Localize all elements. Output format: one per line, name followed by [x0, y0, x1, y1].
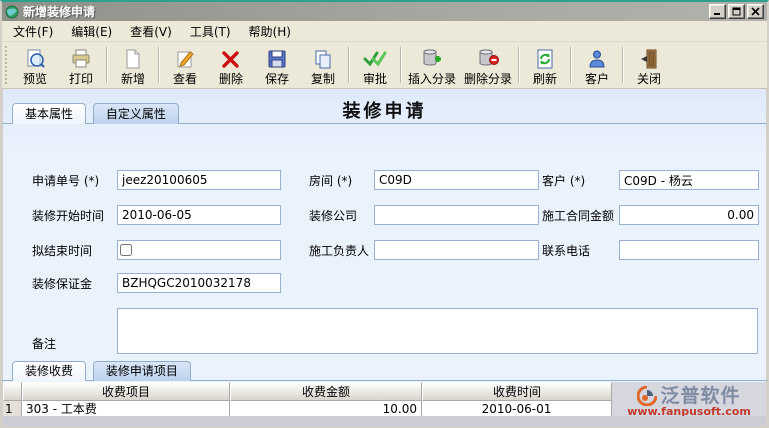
refresh-icon [534, 47, 556, 71]
toolbar-separator [348, 47, 350, 83]
window-title: 新增装修申请 [23, 5, 96, 19]
room-label: 房间 (*) [309, 174, 353, 188]
fee-time-header[interactable]: 收费时间 [422, 382, 612, 401]
toolbar-label: 删除分录 [464, 72, 513, 86]
customer-input[interactable] [619, 170, 759, 190]
maximize-button[interactable] [728, 4, 745, 19]
company-label: 装修公司 [309, 209, 358, 223]
copy-button[interactable]: 复制 [300, 42, 346, 88]
toolbar-separator [570, 47, 573, 83]
toolbar-grip [5, 46, 10, 84]
tab-basic-properties[interactable]: 基本属性 [12, 103, 87, 124]
menu-tools[interactable]: 工具(T) [181, 21, 240, 42]
planned-end-checkbox[interactable] [120, 244, 132, 256]
save-button[interactable]: 保存 [254, 42, 300, 88]
status-strip [3, 416, 766, 426]
delete-entry-button[interactable]: 删除分录 [460, 42, 516, 88]
toolbar-label: 关闭 [637, 72, 662, 86]
exit-door-icon [638, 47, 660, 71]
application-no-label: 申请单号 (*) [32, 174, 100, 188]
print-button[interactable]: 打印 [58, 42, 104, 88]
toolbar-separator [518, 47, 521, 83]
menu-help[interactable]: 帮助(H) [240, 21, 300, 42]
toolbar-separator [622, 47, 625, 83]
menu-view[interactable]: 查看(V) [121, 21, 181, 42]
toolbar-label: 复制 [310, 72, 335, 86]
toolbar-label: 预览 [22, 72, 47, 86]
customer-label: 客户 (*) [542, 174, 586, 188]
minimize-button[interactable] [709, 4, 726, 19]
delete-x-icon [220, 47, 242, 71]
row-number-header [3, 382, 22, 401]
tab-decoration-fees[interactable]: 装修收费 [12, 361, 87, 381]
company-input[interactable] [374, 205, 539, 225]
new-document-icon [122, 47, 144, 71]
start-date-input[interactable] [117, 205, 281, 225]
fee-item-header[interactable]: 收费项目 [22, 382, 230, 401]
deposit-input[interactable] [117, 273, 281, 293]
save-floppy-icon [266, 47, 288, 71]
customer-person-icon [586, 47, 608, 71]
phone-input[interactable] [619, 240, 759, 260]
menu-bar: 文件(F) 编辑(E) 查看(V) 工具(T) 帮助(H) [2, 21, 767, 42]
manager-input[interactable] [374, 240, 539, 260]
phone-label: 联系电话 [542, 244, 591, 258]
tab-custom-properties[interactable]: 自定义属性 [92, 103, 179, 124]
insert-entry-button[interactable]: 插入分录 [404, 42, 460, 88]
vendor-name: 泛普软件 [660, 385, 741, 407]
menu-file[interactable]: 文件(F) [4, 21, 62, 42]
copy-icon [312, 47, 334, 71]
refresh-button[interactable]: 刷新 [522, 42, 568, 88]
bottom-tab-strip: 装修收费 装修申请项目 [2, 361, 767, 381]
delete-button[interactable]: 删除 [208, 42, 254, 88]
toolbar-label: 客户 [585, 72, 610, 86]
view-button[interactable]: 查看 [162, 42, 208, 88]
remark-label: 备注 [32, 337, 57, 351]
toolbar-separator [158, 47, 160, 83]
preview-button[interactable]: 预览 [12, 42, 58, 88]
contract-amount-input[interactable] [619, 205, 759, 225]
close-button[interactable] [747, 4, 764, 19]
deposit-label: 装修保证金 [32, 277, 93, 291]
title-bar: 新增装修申请 [2, 2, 767, 21]
toolbar-separator [106, 47, 108, 83]
toolbar-label: 删除 [218, 72, 243, 86]
customer-button[interactable]: 客户 [574, 42, 620, 88]
tab-application-items[interactable]: 装修申请项目 [92, 361, 191, 381]
start-date-label: 装修开始时间 [32, 209, 105, 223]
toolbar-label: 保存 [264, 72, 289, 86]
print-icon [70, 47, 92, 71]
insert-entry-icon [420, 47, 444, 71]
toolbar: 预览 打印 新增 查看 删除 保存 复制 审批 插入分录 删除分录 刷新 客户 … [2, 42, 767, 89]
toolbar-label: 刷新 [533, 72, 558, 86]
vendor-watermark: 泛普软件 www.fanpusoft.com [613, 384, 765, 420]
remark-textarea[interactable] [117, 308, 758, 354]
room-input[interactable] [374, 170, 539, 190]
toolbar-label: 插入分录 [408, 72, 457, 86]
new-button[interactable]: 新增 [110, 42, 156, 88]
toolbar-label: 查看 [172, 72, 197, 86]
menu-edit[interactable]: 编辑(E) [62, 21, 121, 42]
toolbar-label: 打印 [68, 72, 93, 86]
edit-pencil-icon [174, 47, 196, 71]
app-icon [5, 5, 19, 19]
manager-label: 施工负责人 [309, 244, 370, 258]
contract-amount-label: 施工合同金额 [542, 209, 615, 223]
fee-amount-header[interactable]: 收费金额 [230, 382, 422, 401]
top-tab-strip: 基本属性 自定义属性 [2, 103, 767, 124]
toolbar-separator [400, 47, 402, 83]
application-no-input[interactable] [117, 170, 281, 190]
toolbar-label: 审批 [362, 72, 387, 86]
approve-button[interactable]: 审批 [352, 42, 398, 88]
vendor-logo-icon [637, 386, 658, 406]
close-form-button[interactable]: 关闭 [626, 42, 672, 88]
approve-check-icon [363, 47, 387, 71]
preview-icon [24, 47, 46, 71]
planned-end-field[interactable] [117, 240, 281, 260]
toolbar-label: 新增 [120, 72, 145, 86]
planned-end-label: 拟结束时间 [32, 244, 93, 258]
delete-entry-icon [476, 47, 500, 71]
